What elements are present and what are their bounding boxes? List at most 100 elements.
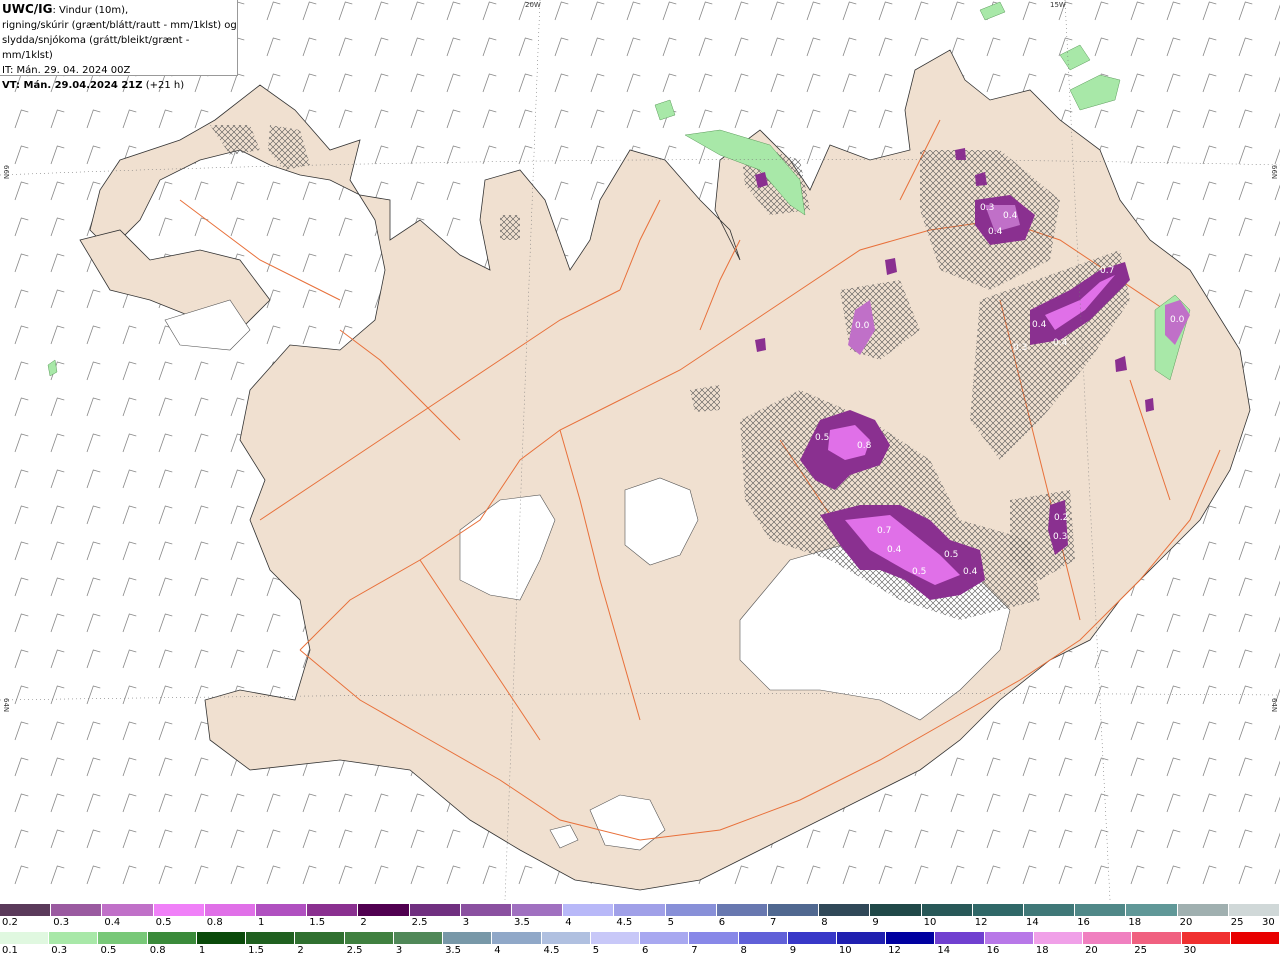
- scale-label: 20: [1179, 917, 1193, 928]
- scale-swatch: [246, 932, 296, 944]
- scale-swatch: [98, 932, 148, 944]
- scale-swatch: [590, 932, 641, 944]
- precip-value: 0.3: [1013, 343, 1027, 353]
- scale-swatch: [1033, 932, 1084, 944]
- precip-value: 0.4: [1053, 338, 1068, 348]
- scale-label: 16: [986, 945, 1000, 956]
- scale-label: 9: [789, 945, 797, 956]
- scale-label: 4: [565, 917, 572, 928]
- scale-label: 2.5: [346, 945, 363, 956]
- scale-label: 0.4: [104, 917, 121, 928]
- scale-swatch: [716, 904, 769, 916]
- scale-swatch: [689, 932, 739, 944]
- scale-swatch: [640, 932, 690, 944]
- scale-swatch: [972, 904, 1025, 916]
- scale-swatch: [393, 932, 444, 944]
- scale-swatch: [153, 904, 205, 916]
- precip-value: 0.2: [1054, 513, 1068, 523]
- lat-label-66n-left: 66N: [2, 165, 10, 180]
- precip-value: 0.4: [963, 567, 978, 577]
- precip-value: 0.4: [988, 227, 1003, 237]
- precip-value: 0.7: [1100, 266, 1114, 276]
- desc-line3: slydda/snjókoma (grátt/bleikt/grænt - mm…: [2, 35, 190, 61]
- scale-label: 3.5: [445, 945, 461, 956]
- scale-swatch: [1132, 932, 1182, 944]
- precip-value: 0.0: [1170, 315, 1185, 325]
- scale-swatch: [1230, 932, 1280, 944]
- scale-swatch: [886, 932, 936, 944]
- map-info-box: UWC/IG: Vindur (10m), rigning/skúrir (gr…: [0, 0, 238, 91]
- scale-label: 9: [872, 917, 879, 928]
- scale-swatch: [492, 932, 542, 944]
- weather-map: 0.3 0.4 0.4 0.4 0.4 0.3 0.7 0.0 0.5 0.8 …: [0, 0, 1280, 900]
- scale-swatch: [49, 932, 99, 944]
- precip-value: 0.4: [887, 545, 902, 555]
- scale-swatch: [0, 904, 52, 916]
- scale-label: 7: [770, 917, 777, 928]
- scale-label: 10: [923, 917, 937, 928]
- rain-scale-labels: 0.1 0.3 0.5 0.8 1 1.5 2 2.5 3 3.5 4 4.5 5 6 7 8 9 10 12 14 1…: [0, 945, 1280, 959]
- scale-label: 1: [258, 917, 265, 928]
- lat-label-66n-right: 66N: [1270, 165, 1278, 180]
- scale-swatch: [196, 932, 247, 944]
- scale-swatch: [295, 932, 345, 944]
- scale-swatch: [344, 932, 394, 944]
- scale-label: 25: [1134, 945, 1148, 956]
- scale-label: 30: [1262, 917, 1275, 928]
- scale-label: 18: [1128, 917, 1142, 928]
- scale-label: 18: [1035, 945, 1049, 956]
- scale-label: 12: [974, 917, 988, 928]
- scale-swatch: [1075, 904, 1127, 916]
- scale-label: 6: [642, 945, 649, 956]
- lat-label-64n-left: 64N: [2, 698, 10, 713]
- rain-color-scale: [0, 932, 1280, 944]
- scale-label: 4.5: [616, 917, 633, 928]
- scale-swatch: [1126, 904, 1178, 916]
- scale-label: 0.3: [51, 945, 68, 956]
- scale-swatch: [1177, 904, 1229, 916]
- scale-label: 12: [888, 945, 901, 956]
- lat-label-64n-right: 64N: [1270, 698, 1278, 713]
- precip-value: 0.8: [857, 441, 872, 451]
- precip-value: 0.3: [980, 203, 994, 213]
- scale-label: 8: [821, 917, 828, 928]
- scale-label: 3: [462, 917, 470, 928]
- precip-value: 0.4: [1032, 320, 1047, 330]
- scale-label: 20: [1085, 945, 1098, 956]
- scale-swatch: [307, 904, 359, 916]
- scale-label: 5: [667, 917, 674, 928]
- scale-swatch: [147, 932, 197, 944]
- scale-label: 3.5: [514, 917, 530, 928]
- scale-swatch: [358, 904, 410, 916]
- scale-label: 0.5: [100, 945, 117, 956]
- scale-label: 2: [297, 945, 304, 956]
- precip-value: 0.0: [855, 321, 870, 331]
- scale-label: 1.5: [309, 917, 326, 928]
- scale-swatch: [460, 904, 513, 916]
- scale-label: 0.3: [53, 917, 70, 928]
- scale-swatch: [256, 904, 308, 916]
- precip-value: 0.5: [815, 433, 829, 443]
- scale-label: 4: [494, 945, 501, 956]
- scale-label: 2: [360, 917, 367, 928]
- scale-swatch: [102, 904, 154, 916]
- scale-label: 5: [592, 945, 600, 956]
- scale-swatch: [665, 904, 717, 916]
- scale-label: 0.5: [155, 917, 172, 928]
- precip-value: 0.4: [1003, 211, 1018, 221]
- scale-label: 14: [937, 945, 951, 956]
- scale-label: 25: [1230, 917, 1244, 928]
- scale-swatch: [204, 904, 257, 916]
- scale-swatch: [870, 904, 922, 916]
- lon-label-15w: 15W: [1050, 1, 1066, 9]
- scale-label: 7: [691, 945, 698, 956]
- scale-label: 14: [1026, 917, 1039, 928]
- scale-swatch: [921, 904, 973, 916]
- scale-label: 8: [740, 945, 747, 956]
- precip-value: 0.5: [944, 550, 958, 560]
- valid-time-offset: (+21 h): [142, 80, 185, 91]
- scale-swatch: [614, 904, 666, 916]
- scale-label: 0.1: [2, 945, 18, 956]
- scale-label: 30: [1183, 945, 1197, 956]
- scale-swatch: [1083, 932, 1133, 944]
